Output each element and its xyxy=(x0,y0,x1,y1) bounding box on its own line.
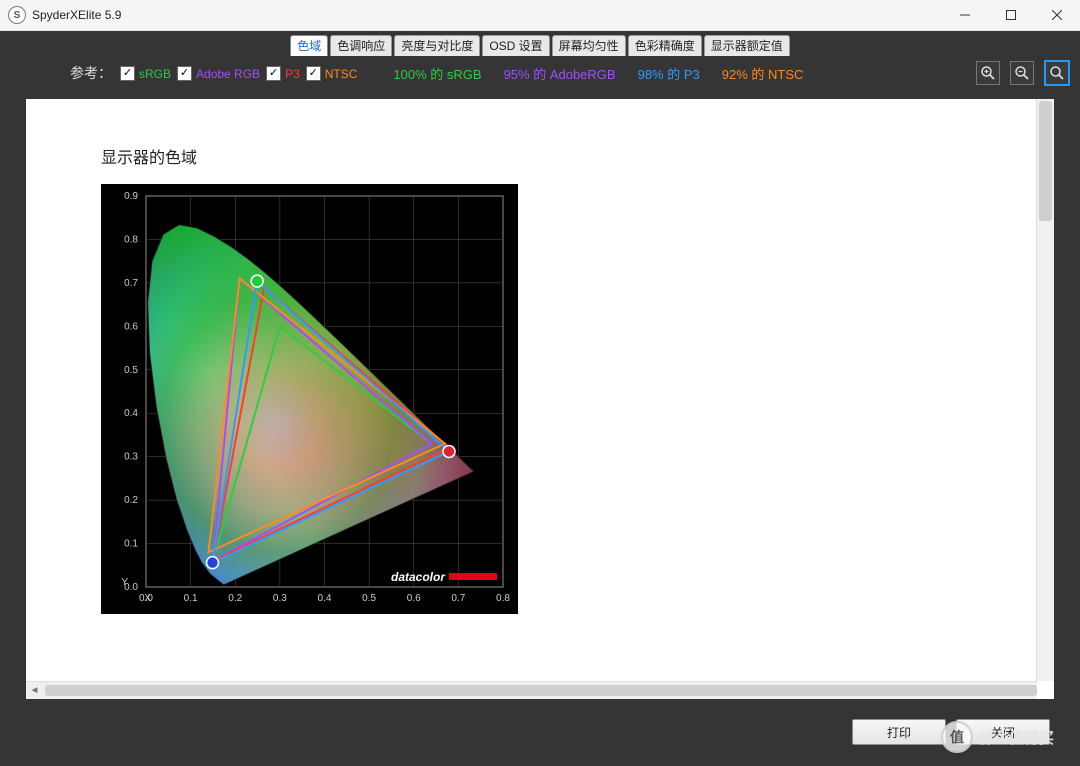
tab-3[interactable]: OSD 设置 xyxy=(482,35,549,56)
minimize-button[interactable] xyxy=(942,0,988,30)
svg-text:datacolor: datacolor xyxy=(391,570,446,584)
ref-label: P3 xyxy=(285,67,300,81)
svg-text:Y: Y xyxy=(121,577,128,588)
ref-checkbox-adobe-rgb[interactable]: ✓ Adobe RGB xyxy=(177,66,260,81)
zoom-reset-button[interactable] xyxy=(1044,60,1070,86)
scroll-left-icon[interactable]: ◄ xyxy=(26,682,43,699)
tab-6[interactable]: 显示器额定值 xyxy=(704,35,790,56)
vertical-scrollbar[interactable] xyxy=(1036,99,1054,681)
tab-4[interactable]: 屏幕均匀性 xyxy=(552,35,626,56)
window-title: SpyderXElite 5.9 xyxy=(32,8,121,22)
svg-text:0.5: 0.5 xyxy=(362,593,376,604)
svg-text:0.3: 0.3 xyxy=(124,452,138,463)
svg-text:0.1: 0.1 xyxy=(184,593,198,604)
svg-text:0.1: 0.1 xyxy=(124,539,138,550)
gamut-stat-1: 95% 的 AdobeRGB xyxy=(504,64,616,83)
action-bar: 打印 关闭 xyxy=(0,719,1080,747)
tab-5[interactable]: 色彩精确度 xyxy=(628,35,702,56)
checkbox-icon: ✓ xyxy=(177,66,192,81)
horizontal-scrollbar[interactable]: ◄ xyxy=(26,681,1037,699)
tab-0[interactable]: 色域 xyxy=(290,35,328,56)
checkbox-icon: ✓ xyxy=(120,66,135,81)
tab-2[interactable]: 亮度与对比度 xyxy=(394,35,480,56)
close-button[interactable] xyxy=(1034,0,1080,30)
ref-checkbox-ntsc[interactable]: ✓ NTSC xyxy=(306,66,358,81)
svg-text:0.5: 0.5 xyxy=(124,365,138,376)
app-body: 色域色调响应亮度与对比度OSD 设置屏幕均匀性色彩精确度显示器额定值 参考： ✓… xyxy=(0,31,1080,766)
maximize-button[interactable] xyxy=(988,0,1034,30)
ref-label: Adobe RGB xyxy=(196,67,260,81)
tab-1[interactable]: 色调响应 xyxy=(330,35,392,56)
svg-text:0.9: 0.9 xyxy=(124,191,138,202)
svg-text:0.7: 0.7 xyxy=(451,593,465,604)
title-bar: S SpyderXElite 5.9 xyxy=(0,0,1080,31)
svg-text:0.3: 0.3 xyxy=(273,593,287,604)
zoom-out-button[interactable] xyxy=(1010,61,1034,85)
app-icon: S xyxy=(8,6,26,24)
svg-text:0.4: 0.4 xyxy=(318,593,332,604)
reference-label: 参考： xyxy=(70,63,112,83)
svg-text:0.2: 0.2 xyxy=(124,495,138,506)
print-button[interactable]: 打印 xyxy=(852,719,946,745)
checkbox-icon: ✓ xyxy=(306,66,321,81)
svg-text:0.4: 0.4 xyxy=(124,408,138,419)
gamut-stat-2: 98% 的 P3 xyxy=(638,64,700,83)
ref-label: NTSC xyxy=(325,67,358,81)
checkbox-icon: ✓ xyxy=(266,66,281,81)
close-dialog-button[interactable]: 关闭 xyxy=(956,719,1050,745)
svg-text:0.2: 0.2 xyxy=(228,593,242,604)
svg-text:0.6: 0.6 xyxy=(407,593,421,604)
svg-text:X: X xyxy=(144,593,151,604)
gamut-chart: 0.00.10.20.30.40.50.60.70.80.00.10.20.30… xyxy=(101,184,518,614)
gamut-stat-0: 100% 的 sRGB xyxy=(393,64,481,83)
gamut-stat-3: 92% 的 NTSC xyxy=(722,64,804,83)
svg-text:0.8: 0.8 xyxy=(124,234,138,245)
chart-title: 显示器的色域 xyxy=(101,144,197,168)
ref-checkbox-p3[interactable]: ✓ P3 xyxy=(266,66,300,81)
content-panel: 显示器的色域 0.00.10.20.30.40.50.60.70.80.00.1… xyxy=(26,99,1054,699)
tab-strip: 色域色调响应亮度与对比度OSD 设置屏幕均匀性色彩精确度显示器额定值 xyxy=(0,31,1080,56)
toolbar: 参考： ✓ sRGB ✓ Adobe RGB ✓ P3 ✓ NTSC 100% 的 sRGB 9… xyxy=(0,56,1080,90)
ref-label: sRGB xyxy=(139,67,171,81)
zoom-in-button[interactable] xyxy=(976,61,1000,85)
svg-text:0.6: 0.6 xyxy=(124,321,138,332)
svg-text:0.7: 0.7 xyxy=(124,278,138,289)
ref-checkbox-srgb[interactable]: ✓ sRGB xyxy=(120,66,171,81)
svg-text:0.8: 0.8 xyxy=(496,593,510,604)
